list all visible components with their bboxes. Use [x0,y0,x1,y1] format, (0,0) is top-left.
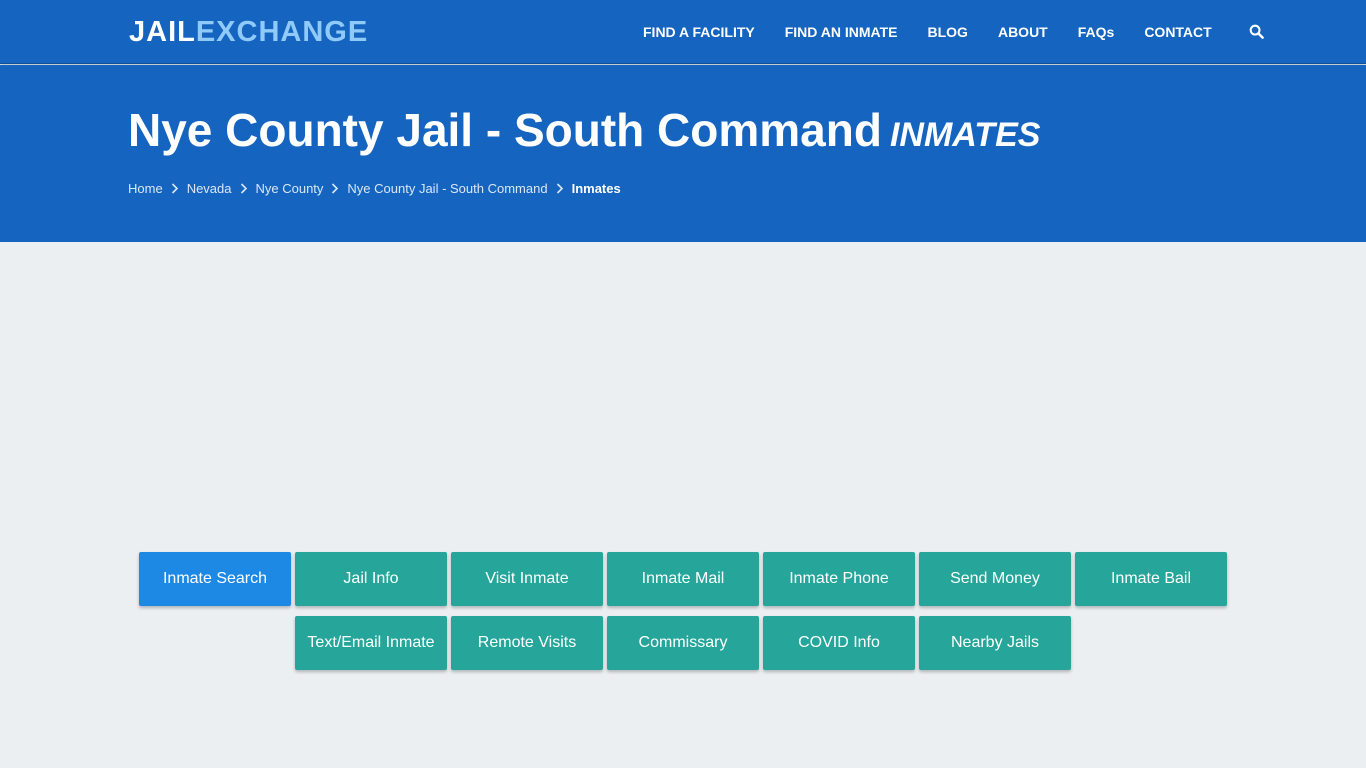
nav-find-a-facility[interactable]: FIND A FACILITY [643,24,755,40]
page-subtitle: INMATES [889,116,1041,154]
commissary-button[interactable]: Commissary [607,616,759,670]
nav-find-an-inmate[interactable]: FIND AN INMATE [785,24,898,40]
breadcrumb-facility[interactable]: Nye County Jail - South Command [347,181,547,196]
breadcrumb-nye-county[interactable]: Nye County [256,181,324,196]
logo-part-exchange: EXCHANGE [195,16,369,48]
nav-blog[interactable]: BLOG [928,24,968,40]
chevron-right-icon [163,183,187,194]
remote-visits-button[interactable]: Remote Visits [451,616,603,670]
inmate-phone-button[interactable]: Inmate Phone [763,552,915,606]
nearby-jails-button[interactable]: Nearby Jails [919,616,1071,670]
text-email-inmate-button[interactable]: Text/Email Inmate [295,616,447,670]
chevron-right-icon [323,183,347,194]
nav-about[interactable]: ABOUT [998,24,1048,40]
nav-faqs[interactable]: FAQs [1078,24,1115,40]
breadcrumb: Home Nevada Nye County Nye County Jail -… [128,181,621,196]
page-header: Nye County Jail - South Command INMATES H… [0,65,1366,242]
breadcrumb-home[interactable]: Home [128,181,163,196]
chevron-right-icon [548,183,572,194]
inmate-bail-button[interactable]: Inmate Bail [1075,552,1227,606]
service-buttons-row-2: Text/Email Inmate Remote Visits Commissa… [0,616,1366,670]
site-logo[interactable]: JAILEXCHANGE [129,15,368,49]
jail-info-button[interactable]: Jail Info [295,552,447,606]
service-buttons-row-1: Inmate Search Jail Info Visit Inmate Inm… [0,552,1366,606]
inmate-mail-button[interactable]: Inmate Mail [607,552,759,606]
facility-name: Nye County Jail - South Command [128,104,882,156]
inmate-search-button[interactable]: Inmate Search [139,552,291,606]
breadcrumb-nevada[interactable]: Nevada [187,181,232,196]
covid-info-button[interactable]: COVID Info [763,616,915,670]
page-title: Nye County Jail - South Command INMATES [128,103,1040,162]
logo-part-jail: JAIL [129,16,196,48]
main-nav: FIND A FACILITY FIND AN INMATE BLOG ABOU… [643,0,1265,64]
visit-inmate-button[interactable]: Visit Inmate [451,552,603,606]
send-money-button[interactable]: Send Money [919,552,1071,606]
nav-contact[interactable]: CONTACT [1144,24,1211,40]
top-navbar: JAILEXCHANGE FIND A FACILITY FIND AN INM… [0,0,1366,64]
breadcrumb-current: Inmates [571,181,621,196]
search-icon[interactable] [1249,24,1265,40]
chevron-right-icon [232,183,256,194]
